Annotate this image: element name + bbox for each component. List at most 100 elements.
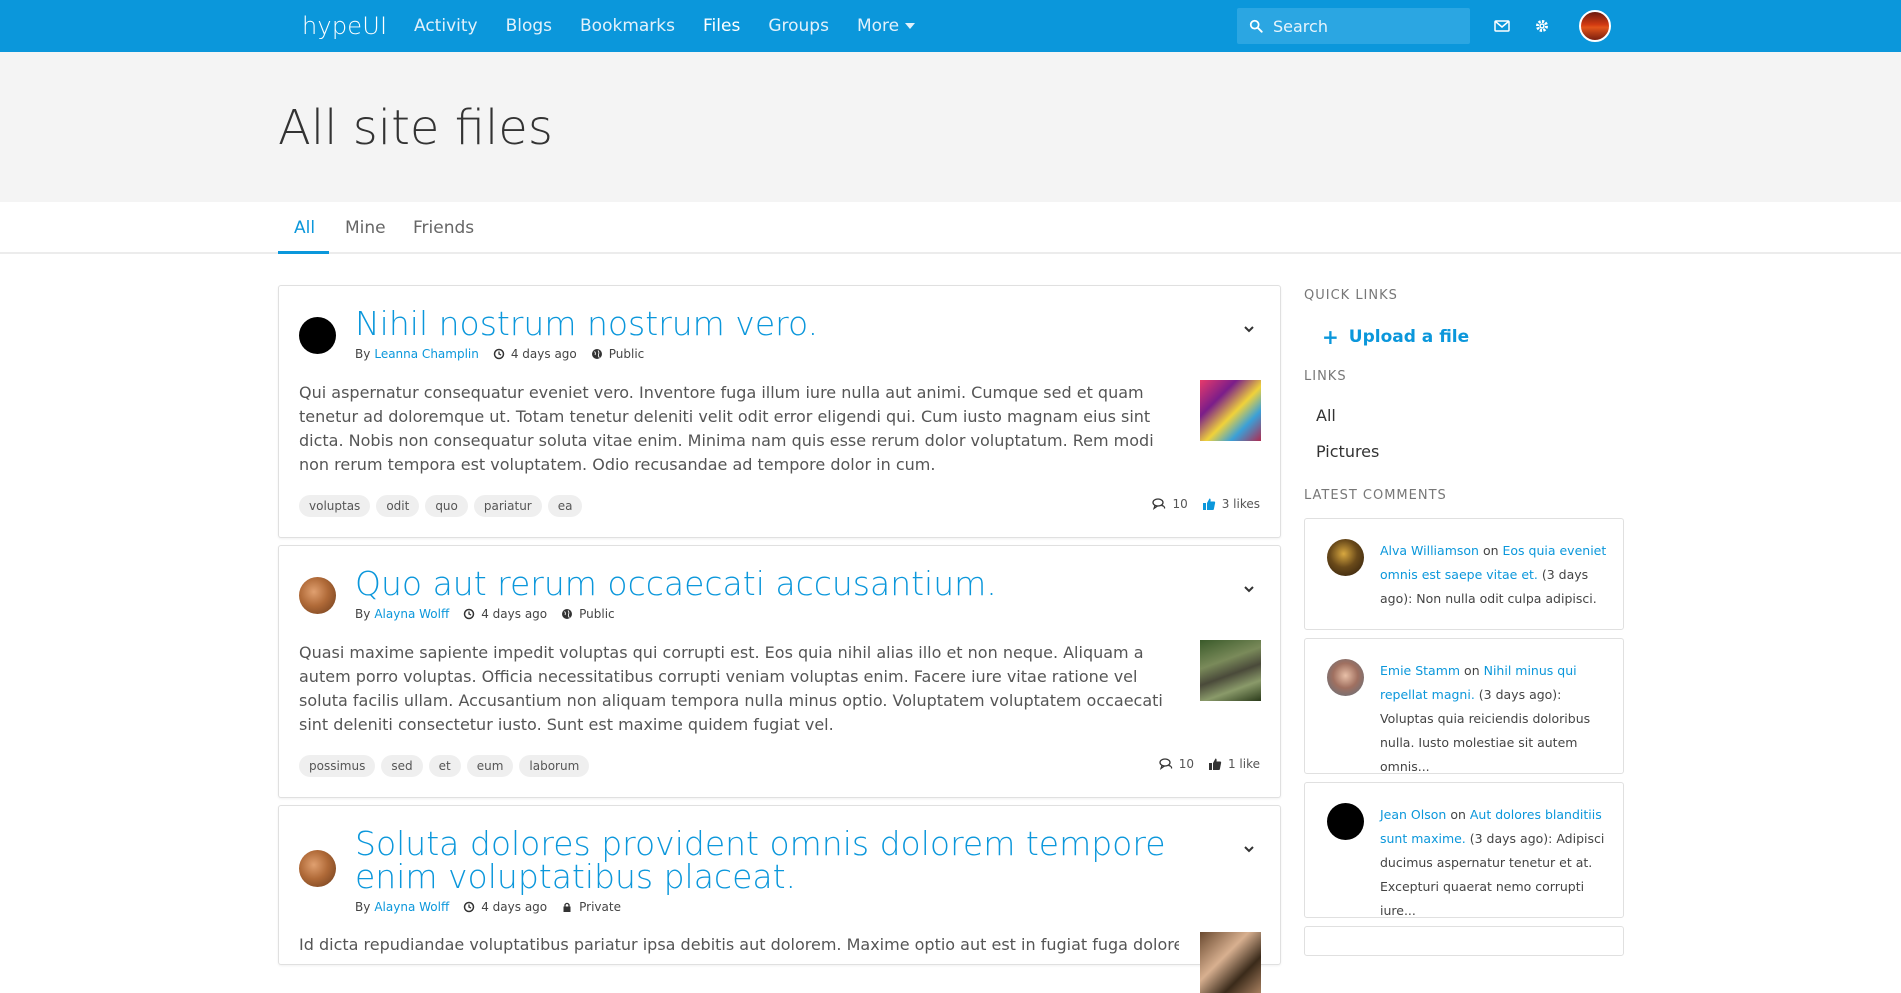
comment-card: Alva Williamson on Eos quia eveniet omni… xyxy=(1304,518,1624,630)
access-meta: Private xyxy=(561,900,621,914)
tab-all[interactable]: All xyxy=(294,218,315,238)
time-meta: 4 days ago xyxy=(463,900,547,914)
file-thumbnail[interactable] xyxy=(1200,380,1261,441)
file-meta: By Alayna Wolff 4 days ago Public xyxy=(355,607,615,621)
tag[interactable]: pariatur xyxy=(473,495,542,517)
commenter-avatar[interactable] xyxy=(1327,659,1364,696)
history-icon xyxy=(463,608,475,620)
comment-card: Emie Stamm on Nihil minus qui repellat m… xyxy=(1304,638,1624,774)
file-thumbnail[interactable] xyxy=(1200,932,1261,993)
page-header: All site files xyxy=(0,52,1901,202)
file-meta: By Alayna Wolff 4 days ago Private xyxy=(355,900,621,914)
by-label: By xyxy=(355,607,371,621)
by-label: By xyxy=(355,347,371,361)
comment-card xyxy=(1304,926,1624,956)
nav-files[interactable]: Files xyxy=(703,16,740,36)
file-title[interactable]: Quo aut rerum occaecati accusantium. xyxy=(355,567,1175,600)
search-icon xyxy=(1249,19,1263,33)
comment-text: Emie Stamm on Nihil minus qui repellat m… xyxy=(1380,659,1610,779)
access-meta: Public xyxy=(591,347,644,361)
gear-icon[interactable] xyxy=(1533,17,1551,35)
commenter-link[interactable]: Emie Stamm xyxy=(1380,663,1460,678)
tag[interactable]: odit xyxy=(376,495,420,517)
file-stats: 10 1 like xyxy=(1159,757,1260,771)
search-input[interactable] xyxy=(1273,16,1463,36)
access-meta: Public xyxy=(561,607,615,621)
page-title: All site files xyxy=(278,100,553,156)
owner-avatar[interactable] xyxy=(299,850,336,887)
author-link[interactable]: Alayna Wolff xyxy=(374,900,449,914)
nav-blogs[interactable]: Blogs xyxy=(506,16,552,36)
file-title[interactable]: Nihil nostrum nostrum vero. xyxy=(355,307,1175,340)
nav-activity[interactable]: Activity xyxy=(414,16,478,36)
comment-count: 10 xyxy=(1178,757,1194,771)
file-stats: 10 3 likes xyxy=(1152,497,1260,511)
comments-icon[interactable] xyxy=(1152,497,1166,511)
nav-bookmarks[interactable]: Bookmarks xyxy=(580,16,675,36)
time-meta: 4 days ago xyxy=(463,607,547,621)
chevron-down-icon[interactable] xyxy=(1242,842,1256,856)
comment-count: 10 xyxy=(1172,497,1188,511)
plus-icon: + xyxy=(1322,325,1339,349)
file-card: Quo aut rerum occaecati accusantium. By … xyxy=(278,545,1281,798)
thumbs-up-icon[interactable] xyxy=(1208,757,1222,771)
sidebar-link-pictures[interactable]: Pictures xyxy=(1316,442,1379,461)
globe-icon xyxy=(591,349,602,359)
time-text: 4 days ago xyxy=(510,347,577,361)
owner-avatar[interactable] xyxy=(299,577,336,614)
sidebar-link-all[interactable]: All xyxy=(1316,406,1336,425)
owner-avatar[interactable] xyxy=(299,317,336,354)
upload-file-link[interactable]: + Upload a file xyxy=(1322,325,1469,349)
tab-mine[interactable]: Mine xyxy=(345,218,386,238)
tag[interactable]: ea xyxy=(547,495,583,517)
like-count[interactable]: 1 like xyxy=(1228,757,1260,771)
like-count[interactable]: 3 likes xyxy=(1222,497,1260,511)
tag[interactable]: quo xyxy=(425,495,468,517)
time-text: 4 days ago xyxy=(481,900,548,914)
comments-icon[interactable] xyxy=(1159,757,1173,771)
comment-on: on xyxy=(1450,807,1466,822)
tag[interactable]: laborum xyxy=(519,755,590,777)
commenter-link[interactable]: Alva Williamson xyxy=(1380,543,1479,558)
tab-friends[interactable]: Friends xyxy=(413,218,474,238)
chevron-down-icon[interactable] xyxy=(1242,322,1256,336)
tag[interactable]: eum xyxy=(466,755,514,777)
file-title[interactable]: Soluta dolores provident omnis dolorem t… xyxy=(355,827,1175,893)
brand-logo[interactable]: hypeUI xyxy=(302,12,387,40)
comment-card: Jean Olson on Aut dolores blanditiis sun… xyxy=(1304,782,1624,918)
tag[interactable]: sed xyxy=(381,755,423,777)
tag[interactable]: voluptas xyxy=(299,495,371,517)
quick-links-heading: QUICK LINKS xyxy=(1304,288,1398,303)
file-description: Id dicta repudiandae voluptatibus pariat… xyxy=(299,935,1179,954)
author-link[interactable]: Alayna Wolff xyxy=(374,607,449,621)
user-avatar[interactable] xyxy=(1579,10,1611,42)
tag[interactable]: et xyxy=(428,755,461,777)
access-text: Private xyxy=(579,900,621,914)
links-heading: LINKS xyxy=(1304,369,1347,384)
nav-more[interactable]: More xyxy=(856,16,916,36)
comment-on: on xyxy=(1464,663,1480,678)
envelope-icon[interactable] xyxy=(1493,17,1511,35)
file-description: Qui aspernatur consequatur eveniet vero.… xyxy=(299,383,1154,474)
tag[interactable]: possimus xyxy=(299,755,376,777)
search-box[interactable] xyxy=(1237,8,1470,44)
tag-list: voluptas odit quo pariatur ea xyxy=(299,495,583,517)
file-thumbnail[interactable] xyxy=(1200,640,1261,701)
nav-groups[interactable]: Groups xyxy=(768,16,829,36)
file-meta: By Leanna Champlin 4 days ago Public xyxy=(355,347,644,361)
comment-on: on xyxy=(1482,543,1499,558)
commenter-avatar[interactable] xyxy=(1327,539,1364,576)
commenter-avatar[interactable] xyxy=(1327,803,1364,840)
history-icon xyxy=(493,348,505,360)
main-nav: Activity Blogs Bookmarks Files Groups Mo… xyxy=(414,0,943,52)
active-tab-indicator xyxy=(278,251,329,254)
latest-comments-heading: LATEST COMMENTS xyxy=(1304,488,1447,503)
time-meta: 4 days ago xyxy=(493,347,577,361)
upload-label: Upload a file xyxy=(1348,327,1470,347)
commenter-link[interactable]: Jean Olson xyxy=(1380,807,1446,822)
author-link[interactable]: Leanna Champlin xyxy=(374,347,479,361)
chevron-down-icon[interactable] xyxy=(1242,582,1256,596)
nav-more-label: More xyxy=(856,16,900,36)
globe-icon xyxy=(562,609,573,619)
thumbs-up-icon[interactable] xyxy=(1202,497,1216,511)
